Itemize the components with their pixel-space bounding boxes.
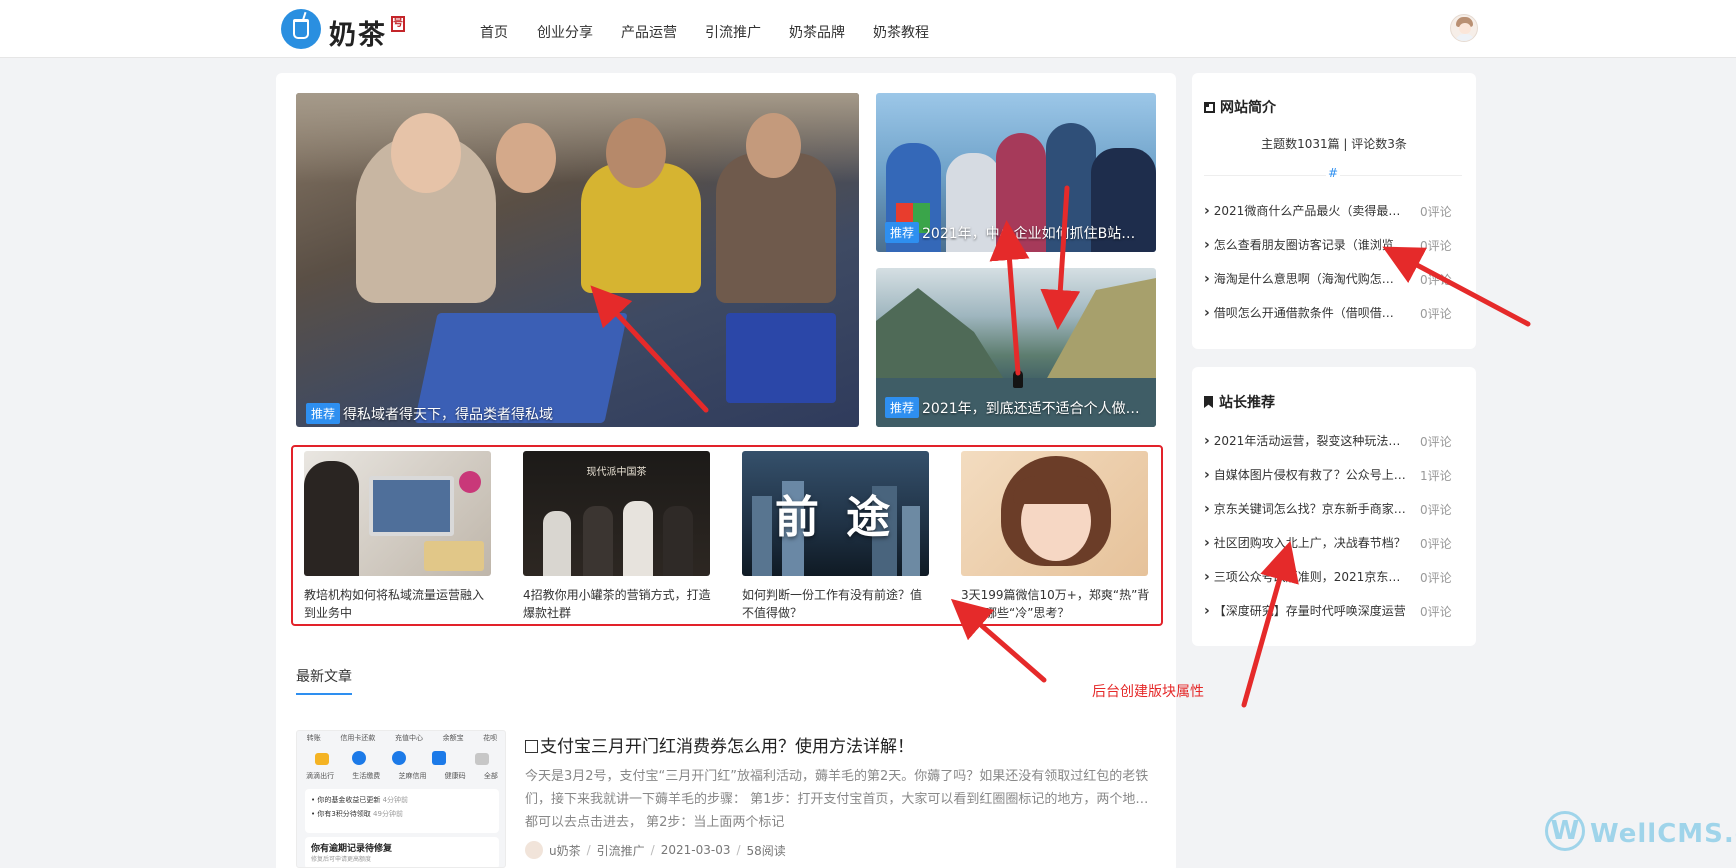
watermark-text: WellCMS.cn: [1590, 819, 1736, 849]
watermark-logo-icon: W: [1545, 811, 1585, 851]
annotation-arrows: [590, 185, 1531, 708]
arrow-to-hero-side-1: [989, 220, 1030, 376]
arrow-to-hero-side-2: [1040, 185, 1081, 330]
arrow-to-recommend-list: [1241, 540, 1299, 708]
arrow-to-intro-list: [1382, 246, 1531, 327]
arrow-to-hero-main: [590, 285, 709, 413]
arrow-to-featured-block: [950, 598, 1047, 683]
